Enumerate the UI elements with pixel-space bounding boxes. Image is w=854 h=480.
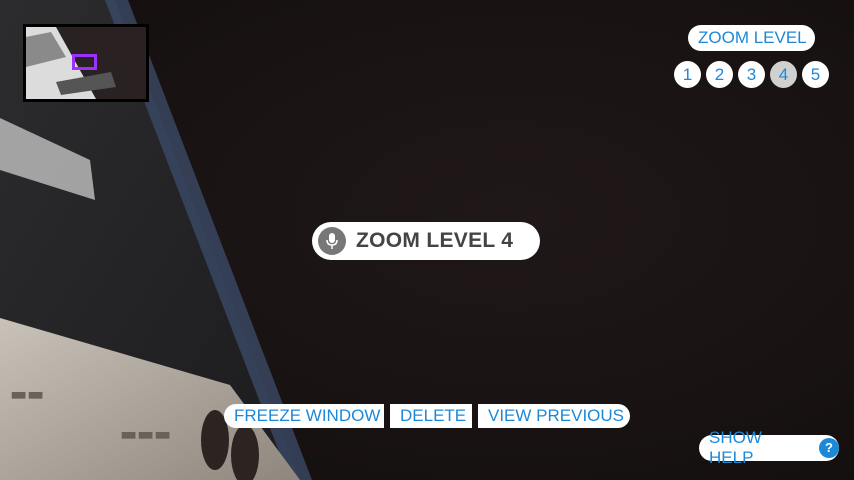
- zoom-level-1-button[interactable]: 1: [674, 61, 701, 88]
- voice-command-text: ZOOM LEVEL 4: [356, 229, 514, 252]
- freeze-window-button[interactable]: FREEZE WINDOW: [224, 404, 384, 428]
- zoom-level-3-button[interactable]: 3: [738, 61, 765, 88]
- minimap[interactable]: [23, 24, 149, 102]
- minimap-viewport-frame: [72, 54, 97, 70]
- svg-text:▬▬▬: ▬▬▬: [120, 424, 171, 445]
- help-question-icon: ?: [819, 438, 839, 458]
- microphone-icon: [318, 227, 346, 255]
- show-help-button[interactable]: SHOW HELP ?: [699, 428, 839, 467]
- zoom-level-title: ZOOM LEVEL: [688, 25, 815, 51]
- zoom-level-2-button[interactable]: 2: [706, 61, 733, 88]
- zoom-level-4-button[interactable]: 4: [770, 61, 797, 88]
- voice-command-feedback: ZOOM LEVEL 4: [312, 222, 540, 260]
- show-help-label: SHOW HELP: [709, 428, 762, 467]
- zoom-level-5-button[interactable]: 5: [802, 61, 829, 88]
- svg-text:▬▬: ▬▬: [10, 384, 44, 405]
- delete-button[interactable]: DELETE: [390, 404, 472, 428]
- view-previous-button[interactable]: VIEW PREVIOUS: [478, 404, 630, 428]
